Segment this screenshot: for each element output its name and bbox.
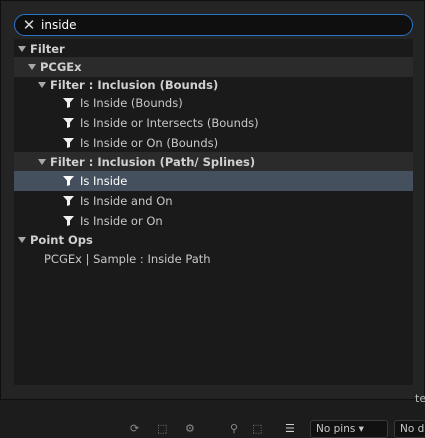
second-dropdown[interactable]: No d xyxy=(394,420,425,438)
second-dropdown-label: No d xyxy=(400,423,425,435)
category-label: Point Ops xyxy=(30,233,93,247)
chevron-down-icon[interactable] xyxy=(38,159,46,165)
chevron-down-icon[interactable] xyxy=(28,64,36,70)
filter-icon xyxy=(63,176,74,186)
filter-icon xyxy=(63,98,74,108)
chevron-down-icon: ▾ xyxy=(355,423,364,435)
pins-dropdown[interactable]: No pins ▾ xyxy=(310,420,388,438)
action-tree: Filter PCGEx Filter : Inclusion (Bounds)… xyxy=(14,39,413,385)
search-input[interactable] xyxy=(41,16,401,34)
list-item[interactable]: Is Inside and On xyxy=(14,191,413,211)
category-inclusion-bounds[interactable]: Filter : Inclusion (Bounds) xyxy=(14,75,413,95)
list-item-selected[interactable]: Is Inside xyxy=(14,171,413,191)
chevron-down-icon[interactable] xyxy=(18,237,26,243)
list-item[interactable]: PCGEx | Sample : Inside Path xyxy=(14,249,413,269)
category-label: Filter : Inclusion (Path/ Splines) xyxy=(50,155,256,169)
item-label: Is Inside and On xyxy=(80,194,173,208)
item-label: Is Inside or On xyxy=(80,214,163,228)
category-filter[interactable]: Filter xyxy=(14,39,413,59)
close-icon[interactable]: ✕ xyxy=(21,17,37,33)
category-inclusion-path[interactable]: Filter : Inclusion (Path/ Splines) xyxy=(14,152,413,172)
chevron-down-icon[interactable] xyxy=(38,82,46,88)
category-label: Filter xyxy=(30,42,65,56)
item-label: Is Inside xyxy=(80,174,128,188)
category-point-ops[interactable]: Point Ops xyxy=(14,230,413,250)
filter-icon xyxy=(63,138,74,148)
filter-icon xyxy=(63,216,74,226)
category-label: Filter : Inclusion (Bounds) xyxy=(50,78,219,92)
list-item[interactable]: Is Inside or Intersects (Bounds) xyxy=(14,113,413,133)
search-box[interactable]: ✕ xyxy=(14,14,413,36)
item-label: PCGEx | Sample : Inside Path xyxy=(44,252,211,266)
list-item[interactable]: Is Inside (Bounds) xyxy=(14,93,413,113)
chevron-down-icon[interactable] xyxy=(18,46,26,52)
filter-icon xyxy=(63,118,74,128)
category-label: PCGEx xyxy=(40,60,82,74)
list-item[interactable]: Is Inside or On xyxy=(14,211,413,231)
item-label: Is Inside (Bounds) xyxy=(80,96,183,110)
pins-dropdown-label: No pins xyxy=(316,423,356,435)
list-item[interactable]: Is Inside or On (Bounds) xyxy=(14,133,413,153)
filter-icon xyxy=(63,196,74,206)
item-label: Is Inside or Intersects (Bounds) xyxy=(80,116,259,130)
action-menu-panel: ✕ Filter PCGEx Filter : Inclusion (Bound… xyxy=(0,0,425,400)
item-label: Is Inside or On (Bounds) xyxy=(80,136,219,150)
category-pcgex[interactable]: PCGEx xyxy=(14,57,413,77)
